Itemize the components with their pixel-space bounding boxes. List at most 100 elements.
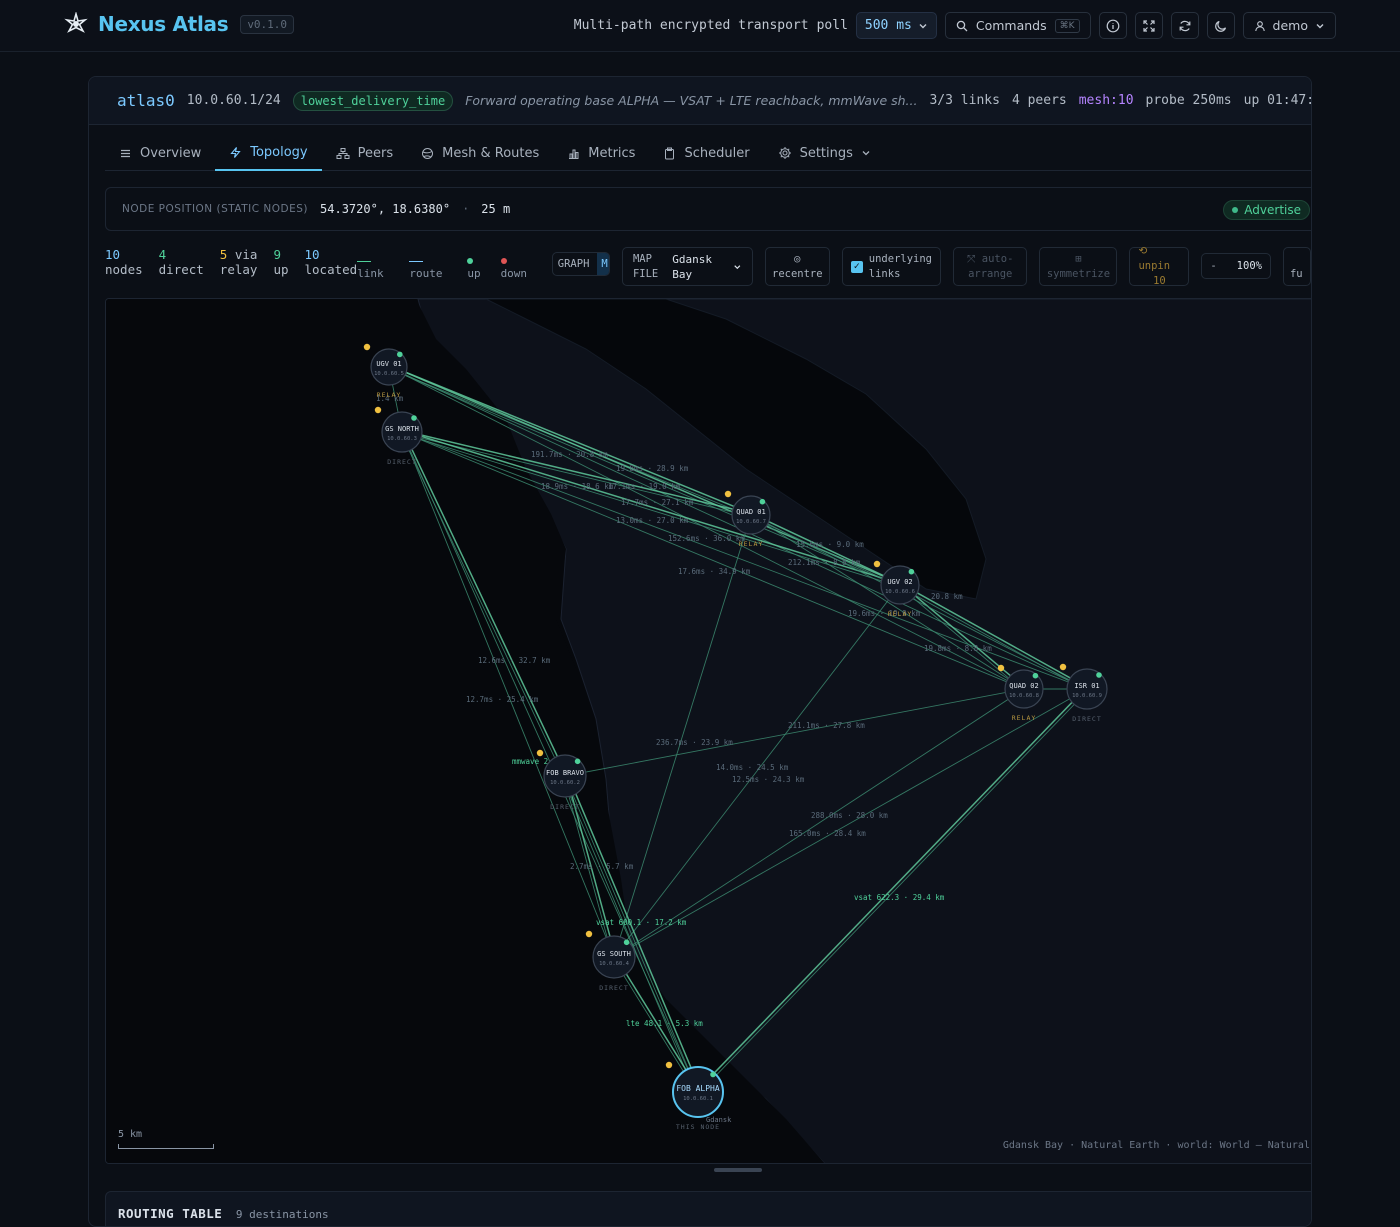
node-pin-marker[interactable] xyxy=(873,560,881,568)
link-label: 15.6ms · 9.0 km xyxy=(796,540,864,549)
stat-label: nodes xyxy=(105,262,143,277)
link-label: 12.6ms · 32.7 km xyxy=(478,656,551,665)
advertise-badge[interactable]: Advertise xyxy=(1223,200,1310,220)
user-menu-button[interactable]: demo xyxy=(1242,12,1336,39)
tab-overview[interactable]: Overview xyxy=(105,135,215,171)
auto-arrange-button[interactable]: ⤧ auto- arrange xyxy=(953,247,1028,286)
stat-value: 5 xyxy=(219,247,228,262)
tab-metrics[interactable]: Metrics xyxy=(553,135,649,171)
stat-direct: 4 direct xyxy=(159,247,204,277)
node-status-dot xyxy=(759,498,766,505)
refresh-icon xyxy=(1179,20,1190,31)
node-status-dot xyxy=(411,415,417,421)
node-pin-marker[interactable] xyxy=(665,1061,673,1069)
stat-via-relay: 5 via relay xyxy=(220,247,258,277)
link-label: 20.8 km xyxy=(931,592,963,601)
link-label: 165.0ms · 28.4 km xyxy=(789,829,866,838)
underlying-links-toggle[interactable]: ✓ underlying links xyxy=(841,247,941,286)
node-ip: 10.0.60.1 xyxy=(683,1096,713,1102)
link-label: 12.7ms · 25.4 km xyxy=(466,695,539,704)
link-label: 152.6ms · 36.0 km xyxy=(668,534,745,543)
poll-value: 500 ms xyxy=(864,18,912,33)
stat-label: up xyxy=(273,262,289,277)
poll-interval-select[interactable]: 500 ms xyxy=(855,12,937,39)
graph-mode-button[interactable]: GRAPH xyxy=(553,257,598,272)
node-status-dot xyxy=(908,568,915,575)
theme-toggle-button[interactable] xyxy=(1206,12,1235,39)
topology-map[interactable]: 191.7ms · 20.8 km 19.8ms · 28.9 km 18.9ms … xyxy=(105,298,1312,1164)
node-role: DIRECT xyxy=(550,803,579,811)
node-pin-marker[interactable] xyxy=(536,749,544,757)
node-ip: 10.0.60.7 xyxy=(736,519,766,525)
tab-scheduler[interactable]: Scheduler xyxy=(649,135,763,171)
tab-topology[interactable]: Topology xyxy=(215,135,322,171)
tab-peers[interactable]: Peers xyxy=(322,135,408,171)
node-role: RELAY xyxy=(739,540,764,548)
commands-button[interactable]: Commands ⌘K xyxy=(944,12,1091,39)
place-label: Gdansk xyxy=(706,1116,732,1124)
network-icon xyxy=(336,147,350,159)
view-mode-toggle[interactable]: GRAPH M xyxy=(551,252,610,276)
refresh-button[interactable] xyxy=(1170,12,1199,39)
resize-handle[interactable] xyxy=(714,1168,762,1172)
poll-label: poll xyxy=(816,18,848,33)
symmetrize-label: symmetrize xyxy=(1046,267,1111,280)
stat-label: located xyxy=(304,262,358,277)
tab-mesh-routes[interactable]: Mesh & Routes xyxy=(407,135,553,171)
fullscreen-map-button[interactable]: fu xyxy=(1282,247,1311,286)
node-altitude[interactable]: 25 m xyxy=(481,202,510,216)
node-pin-marker[interactable] xyxy=(363,343,371,351)
bar-chart-icon xyxy=(569,149,579,159)
link-label: 288.0ms · 28.0 km xyxy=(811,811,888,820)
zoom-out-button[interactable]: - xyxy=(1210,259,1216,274)
symmetrize-button[interactable]: ⊞ symmetrize xyxy=(1039,247,1118,286)
node-name: UGV 01 xyxy=(376,360,401,368)
node-pin-marker[interactable] xyxy=(724,490,732,498)
info-button[interactable] xyxy=(1098,12,1127,39)
symmetry-icon: ⊞ xyxy=(1075,252,1082,265)
zoom-control[interactable]: - 100% xyxy=(1201,253,1271,279)
unpin-button[interactable]: ⟲ unpin 10 xyxy=(1129,245,1190,287)
map-canvas[interactable]: 191.7ms · 20.8 km 19.8ms · 28.9 km18.9ms … xyxy=(106,299,1312,1164)
map-legend: link route up down xyxy=(357,254,535,280)
map-file-value: Gdansk Bay xyxy=(672,252,712,281)
link-label: 211.1ms · 27.8 km xyxy=(788,721,865,730)
stat-value: 10 xyxy=(105,247,121,262)
scale-bar: 5 km xyxy=(118,1129,214,1149)
interface-header[interactable]: atlas0 10.0.60.1/24 lowest_delivery_time… xyxy=(89,77,1311,125)
link-label: 17.1ms · 19.0 km xyxy=(608,482,681,491)
node-pin-marker[interactable] xyxy=(585,930,593,938)
version-badge: v0.1.0 xyxy=(240,14,295,34)
tab-settings[interactable]: Settings xyxy=(764,135,885,171)
map-mode-button[interactable]: M xyxy=(597,253,609,275)
node-status-dot xyxy=(623,939,630,946)
legend-up: up xyxy=(467,254,490,280)
node-ip: 10.0.60.2 xyxy=(550,780,580,786)
node-name: GS SOUTH xyxy=(597,950,631,958)
underlying-label-2: links xyxy=(868,267,901,280)
node-pin-marker[interactable] xyxy=(1059,663,1067,671)
node-status-dot xyxy=(1096,672,1102,678)
fullscreen-button[interactable] xyxy=(1134,12,1163,39)
crosshair-icon: ◎ xyxy=(794,252,801,265)
wand-icon: ⤧ xyxy=(967,252,976,265)
scale-label: 5 km xyxy=(118,1129,143,1140)
stat-connector: via xyxy=(234,247,258,262)
node-pin-marker[interactable] xyxy=(374,406,382,414)
node-role: RELAY xyxy=(377,391,402,399)
recentre-button[interactable]: ◎ recentre xyxy=(764,247,830,286)
routing-table-header[interactable]: ROUTING TABLE 9 destinations xyxy=(105,1191,1311,1226)
node-name: QUAD 01 xyxy=(736,508,766,516)
node-role: THIS NODE xyxy=(676,1123,720,1131)
user-icon xyxy=(1254,20,1265,31)
link-label: 2.7ms · 5.7 km xyxy=(570,862,634,871)
map-file-select[interactable]: MAP FILE Gdansk Bay xyxy=(621,247,753,286)
node-role: RELAY xyxy=(1012,714,1037,722)
scheduler-policy-badge: lowest_delivery_time xyxy=(292,90,454,111)
node-coordinates[interactable]: 54.3720°, 18.6380° xyxy=(320,202,450,216)
node-pin-marker[interactable] xyxy=(997,664,1005,672)
routing-destinations-count: 9 destinations xyxy=(235,1208,329,1221)
probe-interval: probe 250ms xyxy=(1145,93,1232,108)
chevron-down-icon xyxy=(919,23,927,28)
stat-up: 9 up xyxy=(273,247,288,277)
